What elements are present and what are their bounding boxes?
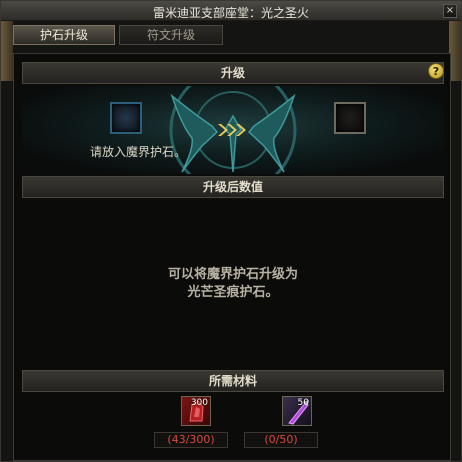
material-stack-count: 50 <box>297 398 309 408</box>
materials-header-label: 所需材料 <box>208 374 257 388</box>
material-item: 50 (0/50) <box>244 396 318 448</box>
upgrade-header-label: 升级 <box>220 66 245 80</box>
ornament-graphic <box>169 86 297 174</box>
help-icon[interactable]: ? <box>428 63 444 79</box>
place-charm-hint: 请放入魔界护石。 <box>90 145 187 159</box>
close-button[interactable]: × <box>443 4 457 18</box>
main-panel: 升级 ? 请放入魔界护石。 升级后数值 可以将魔界护石升级为 光芒圣痕护石。 所… <box>13 53 451 461</box>
description-line-1: 可以将魔界护石升级为 <box>167 267 298 282</box>
output-charm-slot <box>334 102 366 134</box>
material-stack-count: 300 <box>190 398 208 408</box>
result-header-label: 升级后数值 <box>202 180 263 194</box>
result-description-area: 可以将魔界护石升级为 光芒圣痕护石。 <box>22 204 444 364</box>
purple-shard-icon[interactable]: 50 <box>282 396 312 426</box>
materials-section-header: 所需材料 <box>22 370 444 392</box>
upgrade-section-header: 升级 <box>22 62 444 84</box>
upgrade-window: 雷米迪亚支部座堂：光之圣火 × 护石升级 符文升级 升级 ? 请放入魔界护石。 … <box>0 0 462 462</box>
material-count: (0/50) <box>244 432 318 448</box>
material-item: 300 (43/300) <box>154 396 228 448</box>
left-border-decoration <box>1 21 13 81</box>
window-title: 雷米迪亚支部座堂：光之圣火 <box>152 6 309 20</box>
red-crystal-icon[interactable]: 300 <box>181 396 211 426</box>
result-section-header: 升级后数值 <box>22 176 444 198</box>
description-line-2: 光芒圣痕护石。 <box>187 285 279 300</box>
upgrade-area: 请放入魔界护石。 <box>22 86 444 174</box>
input-charm-slot[interactable] <box>110 102 142 134</box>
window-titlebar[interactable]: 雷米迪亚支部座堂：光之圣火 × <box>1 1 461 21</box>
tab-charm-upgrade[interactable]: 护石升级 <box>13 25 115 45</box>
material-count: (43/300) <box>154 432 228 448</box>
upgrade-description: 可以将魔界护石升级为 光芒圣痕护石。 <box>22 266 444 302</box>
tab-rune-upgrade[interactable]: 符文升级 <box>119 25 223 45</box>
materials-list: 300 (43/300) 50 (0/50) <box>22 394 444 454</box>
